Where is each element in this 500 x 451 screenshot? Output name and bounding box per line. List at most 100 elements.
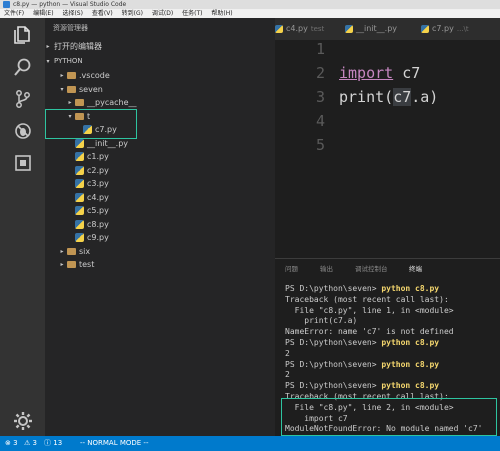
folder-icon <box>67 85 76 93</box>
code-line-2: import c7 <box>339 64 420 82</box>
vscode-logo-icon <box>3 1 10 8</box>
tree-item-label: __pycache__ <box>87 98 137 107</box>
python-file-icon <box>275 25 283 33</box>
errors-indicator[interactable]: ⊗ 3 <box>5 436 18 451</box>
info-count: 13 <box>53 439 63 447</box>
annotation-box-t-folder <box>45 109 137 139</box>
terminal-text: NameError: name 'c7' is not defined <box>285 327 454 337</box>
menu-bar: 文件(F) 编辑(E) 选择(S) 查看(V) 转到(G) 调试(D) 任务(T… <box>0 9 500 18</box>
python-file-icon <box>345 25 353 33</box>
chevron-down-icon: ▾ <box>60 85 64 93</box>
terminal-line: PS D:\python\seven> python c8.py <box>285 360 482 371</box>
settings-gear-icon[interactable] <box>12 410 34 432</box>
menu-edit[interactable]: 编辑(E) <box>33 10 53 17</box>
terminal-command: python c8.py <box>381 381 440 391</box>
extensions-icon[interactable] <box>12 152 34 174</box>
window-title: c8.py — python — Visual Studio Code <box>13 1 127 8</box>
terminal-line: File "c8.py", line 1, in <module> <box>285 306 482 317</box>
error-count: 3 <box>13 439 18 447</box>
vim-mode: -- NORMAL MODE -- <box>80 439 149 447</box>
tab-problems[interactable]: 问题 <box>285 263 298 273</box>
menu-file[interactable]: 文件(F) <box>4 10 24 17</box>
menu-view[interactable]: 查看(V) <box>92 10 113 17</box>
tree-item-label: c5.py <box>87 206 109 215</box>
terminal-line: PS D:\python\seven> python c8.py <box>285 381 482 392</box>
menu-goto[interactable]: 转到(G) <box>122 10 143 17</box>
tree-item-label: six <box>79 246 91 256</box>
panel-tabs: 问题 输出 调试控制台 终端 <box>275 259 500 275</box>
tree-item-label: c4.py <box>87 192 109 202</box>
tab-hint: ...\t <box>456 25 469 33</box>
terminal-text: 2 <box>285 348 290 358</box>
terminal-line: 2 <box>285 370 482 381</box>
tree-item-label: c9.py <box>87 233 109 242</box>
python-file-icon <box>75 219 84 229</box>
tree-item-label: c3.py <box>87 179 109 188</box>
terminal-text: 2 <box>285 370 290 380</box>
chevron-right-icon: ▸ <box>46 43 50 50</box>
terminal-text: File "c8.py", line 1, in <module> <box>285 305 454 315</box>
menu-help[interactable]: 帮助(H) <box>211 10 232 17</box>
line-number: 1 <box>315 40 325 58</box>
terminal-prompt: PS D:\python\seven> <box>285 359 382 369</box>
annotation-box-error <box>281 398 497 436</box>
python-file-icon <box>75 206 84 215</box>
python-file-icon <box>421 25 429 33</box>
terminal-prompt: PS D:\python\seven> <box>285 381 382 391</box>
terminal-line: 2 <box>285 349 482 360</box>
tab-hint: test <box>310 25 325 33</box>
tab-label: __init__.py <box>356 24 398 33</box>
tree-item-label: c8.py <box>87 219 109 229</box>
attribute-access: .a) <box>411 88 439 106</box>
python-file-icon <box>75 138 84 148</box>
python-file-icon <box>75 179 84 188</box>
tab-debug-console[interactable]: 调试控制台 <box>355 263 388 273</box>
status-bar: ⊗ 3 ⚠ 3 ⓘ 13 -- NORMAL MODE -- <box>0 436 500 451</box>
terminal-command: python c8.py <box>381 337 440 347</box>
project-label: PYTHON <box>54 57 83 65</box>
chevron-right-icon: ▸ <box>60 247 64 255</box>
python-file-icon <box>75 192 84 202</box>
python-file-icon <box>75 152 84 161</box>
debug-icon[interactable] <box>12 120 34 142</box>
code-line-3: print(c7.a) <box>339 88 438 106</box>
info-indicator[interactable]: ⓘ 13 <box>44 436 62 451</box>
tab-terminal[interactable]: 终端 <box>409 263 422 273</box>
terminal-line: PS D:\python\seven> python c8.py <box>285 284 482 295</box>
open-editors-label: 打开的编辑器 <box>54 42 102 51</box>
chevron-right-icon: ▸ <box>60 72 64 79</box>
warnings-indicator[interactable]: ⚠ 3 <box>24 436 37 451</box>
tree-item-label: .vscode <box>79 71 110 80</box>
line-number: 3 <box>315 88 325 106</box>
source-control-icon[interactable] <box>12 88 34 110</box>
highlighted-identifier: c7 <box>393 88 412 106</box>
folder-icon <box>67 261 76 268</box>
menu-tasks[interactable]: 任务(T) <box>182 10 202 17</box>
python-file-icon <box>75 233 84 242</box>
terminal-prompt: PS D:\python\seven> <box>285 337 382 347</box>
line-number: 4 <box>315 112 325 130</box>
tree-item-label: c1.py <box>87 152 109 161</box>
module-name: c7 <box>393 64 421 82</box>
tab-output[interactable]: 输出 <box>320 263 333 273</box>
tab-label: c4.py <box>286 24 308 33</box>
tree-item-label: seven <box>79 84 103 94</box>
print-call: print( <box>339 88 394 106</box>
tab-label: c7.py <box>432 24 454 33</box>
chevron-right-icon: ▸ <box>68 99 72 106</box>
chevron-down-icon: ▾ <box>46 58 50 65</box>
search-icon[interactable] <box>12 56 34 78</box>
tree-item-label: test <box>79 260 95 269</box>
chevron-right-icon: ▸ <box>60 261 64 268</box>
title-bar: c8.py — python — Visual Studio Code <box>0 0 500 9</box>
terminal-line: PS D:\python\seven> python c8.py <box>285 338 482 349</box>
explorer-icon[interactable] <box>12 24 34 46</box>
explorer-sidebar: 资源管理器 ▸ 打开的编辑器 ▾ PYTHON ▸ .vscode ▾ seven ▸ _… <box>45 18 275 436</box>
terminal-prompt: PS D:\python\seven> <box>285 284 382 293</box>
terminal-text: Traceback (most recent call last): <box>285 294 449 304</box>
menu-debug[interactable]: 调试(D) <box>152 10 173 17</box>
terminal-line: Traceback (most recent call last): <box>285 295 482 306</box>
tree-item-label: c2.py <box>87 165 109 175</box>
activity-bar <box>0 18 45 436</box>
menu-selection[interactable]: 选择(S) <box>62 10 83 17</box>
